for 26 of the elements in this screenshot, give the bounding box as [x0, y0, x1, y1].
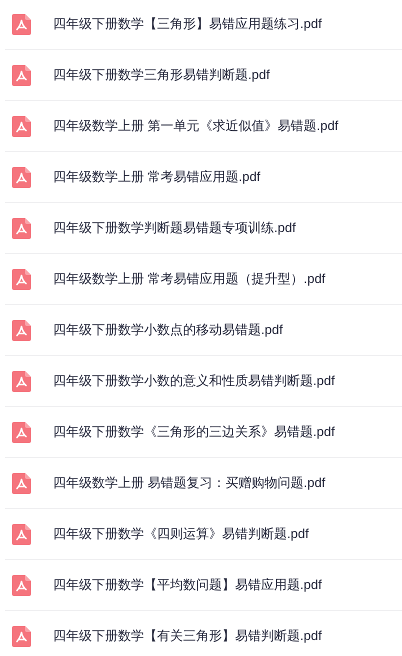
pdf-file-icon — [12, 626, 31, 646]
pdf-file-icon — [12, 14, 31, 34]
file-name[interactable]: 四年级数学上册 第一单元《求近似值》易错题.pdf — [53, 117, 338, 135]
pdf-file-icon — [12, 116, 31, 136]
pdf-file-icon — [12, 524, 31, 544]
file-name[interactable]: 四年级下册数学小数的意义和性质易错判断题.pdf — [53, 372, 335, 390]
file-name[interactable]: 四年级下册数学小数点的移动易错题.pdf — [53, 321, 283, 339]
pdf-file-icon — [12, 574, 31, 596]
pdf-file-icon — [12, 166, 31, 188]
pdf-file-icon — [12, 268, 31, 290]
file-name[interactable]: 四年级下册数学判断题易错题专项训练.pdf — [53, 219, 296, 237]
file-name[interactable]: 四年级下册数学【三角形】易错应用题练习.pdf — [53, 15, 322, 33]
pdf-file-icon — [12, 320, 31, 340]
file-name[interactable]: 四年级下册数学【平均数问题】易错应用题.pdf — [53, 576, 322, 594]
file-name[interactable]: 四年级下册数学【有关三角形】易错判断题.pdf — [53, 627, 322, 645]
file-name[interactable]: 四年级下册数学三角形易错判断题.pdf — [53, 66, 270, 84]
file-name[interactable]: 四年级数学上册 常考易错应用题.pdf — [53, 168, 260, 186]
pdf-file-icon — [12, 64, 31, 86]
file-name[interactable]: 四年级数学上册 易错题复习：买赠购物问题.pdf — [53, 474, 326, 492]
pdf-file-icon — [12, 370, 31, 392]
pdf-file-icon — [12, 422, 31, 442]
file-name[interactable]: 四年级下册数学《四则运算》易错判断题.pdf — [53, 525, 309, 543]
pdf-file-icon — [12, 472, 31, 494]
pdf-file-icon — [12, 218, 31, 238]
file-name[interactable]: 四年级数学上册 常考易错应用题（提升型）.pdf — [53, 270, 326, 288]
file-name[interactable]: 四年级下册数学《三角形的三边关系》易错题.pdf — [53, 423, 335, 441]
